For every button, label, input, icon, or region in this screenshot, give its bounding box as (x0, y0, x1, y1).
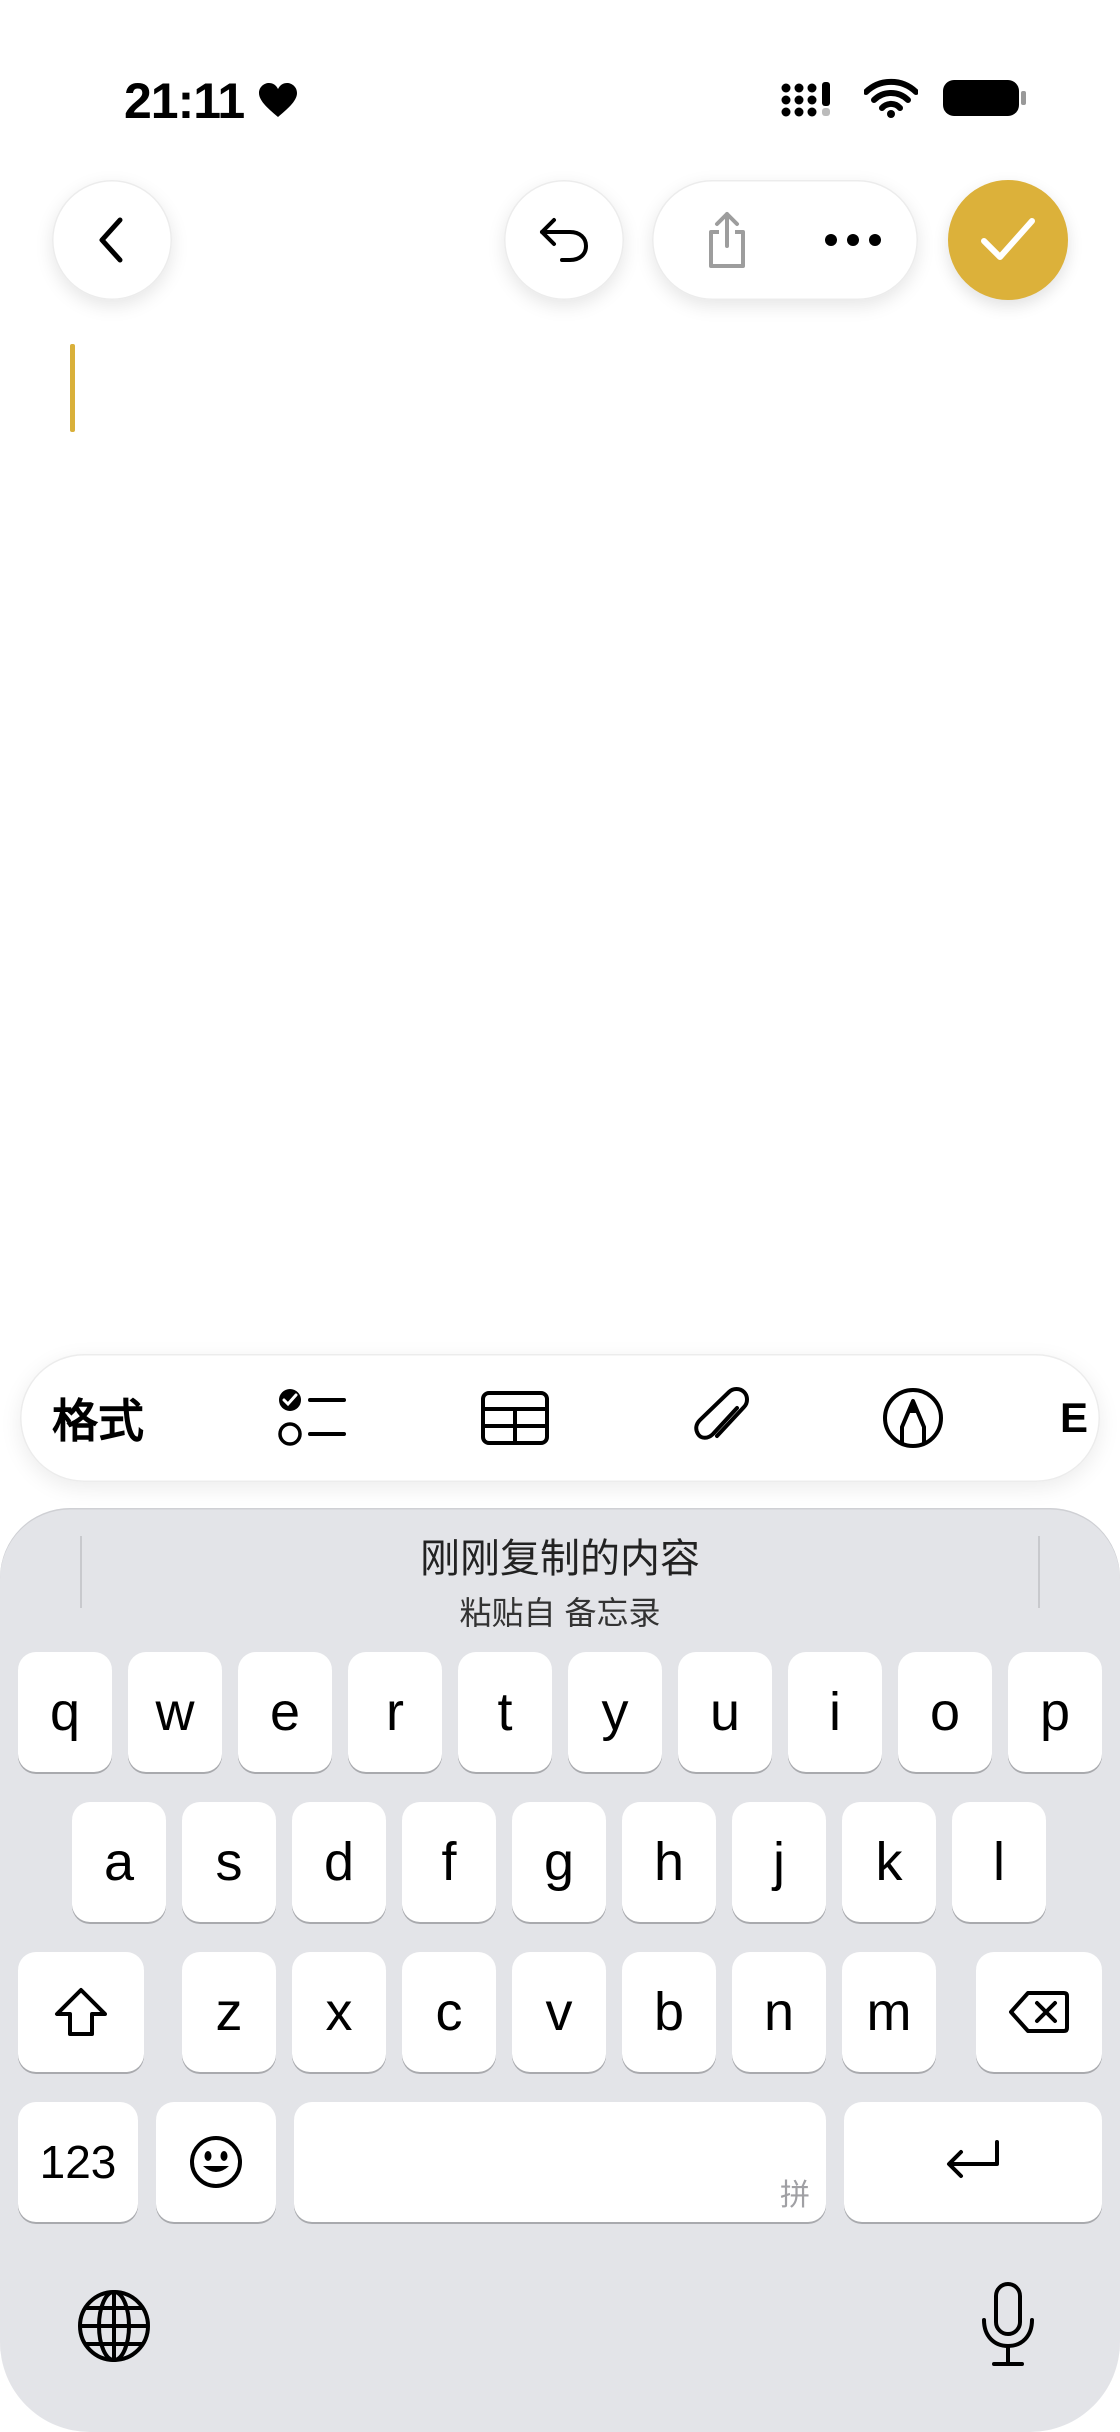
key-v[interactable]: v (512, 1952, 606, 2072)
shift-arrow-icon (55, 1988, 107, 2036)
key-w[interactable]: w (128, 1652, 222, 1772)
format-toolbar: 格式 E (20, 1354, 1100, 1482)
pinyin-hint: 拼 (780, 2179, 810, 2212)
key-m[interactable]: m (842, 1952, 936, 2072)
key-q[interactable]: q (18, 1652, 112, 1772)
key-t[interactable]: t (458, 1652, 552, 1772)
return-arrow-icon (947, 2140, 999, 2178)
more-button[interactable] (818, 206, 888, 274)
key-z[interactable]: z (182, 1952, 276, 2072)
microphone-icon (982, 2282, 1034, 2366)
key-a[interactable]: a (72, 1802, 166, 1922)
markup-button[interactable] (868, 1354, 958, 1482)
text-cursor (70, 344, 75, 432)
ellipsis-icon (825, 234, 881, 246)
key-y[interactable]: y (568, 1652, 662, 1772)
key-i[interactable]: i (788, 1652, 882, 1772)
back-button[interactable] (52, 180, 172, 300)
key-b[interactable]: b (622, 1952, 716, 2072)
key-j[interactable]: j (732, 1802, 826, 1922)
delete-backspace-icon (1009, 1991, 1069, 2033)
done-button[interactable] (948, 180, 1068, 300)
status-time: 21:11 (124, 73, 245, 129)
key-h[interactable]: h (622, 1802, 716, 1922)
key-u[interactable]: u (678, 1652, 772, 1772)
clipboard-title: 刚刚复制的内容 (420, 1537, 700, 1581)
undo-icon (540, 218, 589, 262)
clipboard-subtitle: 粘贴自 备忘录 (459, 1595, 661, 1631)
paperclip-icon (694, 1387, 749, 1440)
key-n[interactable]: n (732, 1952, 826, 2072)
key-e[interactable]: e (238, 1652, 332, 1772)
table-button[interactable] (470, 1354, 560, 1482)
undo-button[interactable] (504, 180, 624, 300)
checklist-button[interactable] (268, 1354, 358, 1482)
key-s[interactable]: s (182, 1802, 276, 1922)
key-l[interactable]: l (952, 1802, 1046, 1922)
key-x[interactable]: x (292, 1952, 386, 2072)
chevron-left-icon (99, 217, 123, 263)
note-editor[interactable] (0, 330, 1120, 1330)
key-c[interactable]: c (402, 1952, 496, 2072)
return-key[interactable] (844, 2102, 1102, 2222)
more-tools-button[interactable]: E (1060, 1354, 1100, 1482)
emoji-key[interactable] (156, 2102, 276, 2222)
wifi-icon (864, 78, 918, 118)
key-d[interactable]: d (292, 1802, 386, 1922)
checklist-icon (278, 1389, 346, 1446)
key-r[interactable]: r (348, 1652, 442, 1772)
partial-tool-icon: E (1060, 1394, 1089, 1441)
key-k[interactable]: k (842, 1802, 936, 1922)
pen-markup-icon (883, 1388, 943, 1448)
battery-icon (943, 80, 1026, 116)
shift-key[interactable] (18, 1952, 144, 2072)
key-o[interactable]: o (898, 1652, 992, 1772)
actions-pill (652, 180, 918, 300)
delete-key[interactable] (976, 1952, 1102, 2072)
key-p[interactable]: p (1008, 1652, 1102, 1772)
table-icon (481, 1391, 549, 1445)
dictation-button[interactable] (976, 2280, 1040, 2370)
share-icon (709, 212, 745, 268)
heart-icon (259, 83, 298, 117)
attachment-button[interactable] (678, 1354, 768, 1482)
format-button[interactable]: 格式 (52, 1354, 144, 1482)
emoji-smiley-icon (190, 2136, 242, 2188)
space-key[interactable]: 拼 (294, 2102, 826, 2222)
share-button[interactable] (692, 206, 762, 274)
keyboard: 刚刚复制的内容 粘贴自 备忘录 q w e r t y u i o p a s … (0, 1508, 1120, 2432)
checkmark-icon (981, 218, 1035, 260)
numbers-key[interactable]: 123 (18, 2102, 138, 2222)
cellular-signal-icon (781, 82, 830, 117)
globe-icon (78, 2290, 150, 2362)
globe-button[interactable] (76, 2288, 152, 2364)
key-f[interactable]: f (402, 1802, 496, 1922)
key-g[interactable]: g (512, 1802, 606, 1922)
